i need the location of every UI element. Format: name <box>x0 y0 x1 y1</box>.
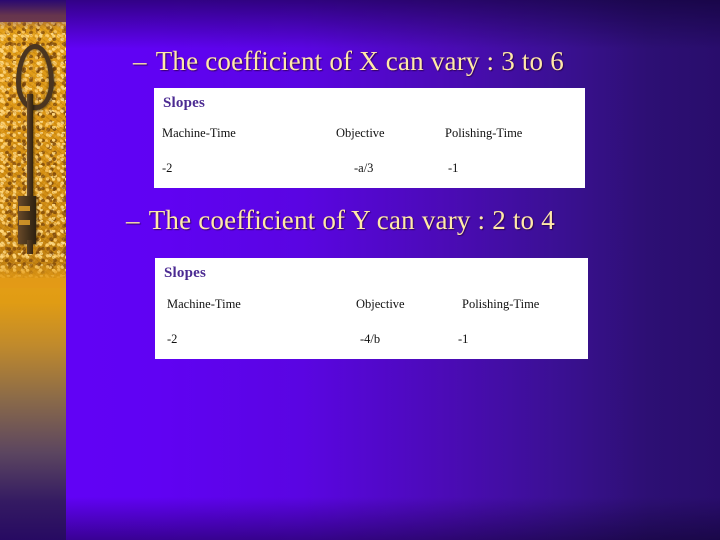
cell-machine-time-value: -2 <box>167 332 178 346</box>
bullet-text-x: The coefficient of X can vary : 3 to 6 <box>155 46 564 76</box>
bullet-dash-icon: – <box>126 205 140 235</box>
slopes-table-y: Slopes Machine-Time Objective Polishing-… <box>155 258 588 359</box>
cell-machine-time-value: -2 <box>162 161 173 175</box>
bullet-dash-icon: – <box>133 46 147 76</box>
presentation-slide: – The coefficient of X can vary : 3 to 6 … <box>0 0 720 540</box>
slide-decoration-band <box>0 0 66 540</box>
table-title-x: Slopes <box>163 95 206 111</box>
antique-key-icon <box>12 44 54 256</box>
cell-polishing-time-value: -1 <box>458 332 469 346</box>
column-header-polishing-time: Polishing-Time <box>462 297 540 311</box>
cell-objective-value: -4/b <box>360 332 381 346</box>
column-header-objective: Objective <box>336 126 385 140</box>
cell-polishing-time-value: -1 <box>448 161 459 175</box>
column-header-polishing-time: Polishing-Time <box>445 126 523 140</box>
table-header-row-x: Machine-Time Objective Polishing-Time <box>154 126 585 148</box>
column-header-objective: Objective <box>356 297 405 311</box>
key-bow-part <box>16 44 54 110</box>
column-header-machine-time: Machine-Time <box>162 126 236 140</box>
bullet-coefficient-y: – The coefficient of Y can vary : 2 to 4 <box>126 205 555 236</box>
table-row: -2 -a/3 -1 <box>154 161 585 183</box>
bullet-text-y: The coefficient of Y can vary : 2 to 4 <box>148 205 555 235</box>
table-title-y: Slopes <box>164 265 207 281</box>
table-row: -2 -4/b -1 <box>155 332 588 354</box>
bullet-coefficient-x: – The coefficient of X can vary : 3 to 6 <box>133 46 564 77</box>
cell-objective-value: -a/3 <box>354 161 374 175</box>
column-header-machine-time: Machine-Time <box>167 297 241 311</box>
key-tip-part <box>27 240 33 254</box>
key-bit-part <box>18 196 36 244</box>
table-header-row-y: Machine-Time Objective Polishing-Time <box>155 297 588 319</box>
slopes-table-x: Slopes Machine-Time Objective Polishing-… <box>154 88 585 188</box>
